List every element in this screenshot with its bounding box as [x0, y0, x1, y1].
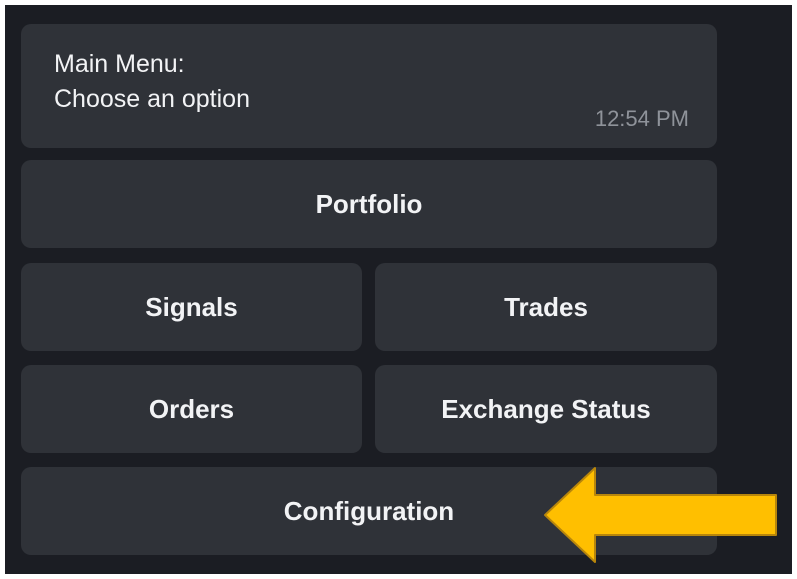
message-timestamp: 12:54 PM [594, 106, 689, 131]
message-body: Choose an option [54, 85, 250, 113]
bot-message: Main Menu: Choose an option 12:54 PM [21, 24, 717, 148]
orders-button[interactable]: Orders [21, 365, 362, 453]
trades-button[interactable]: Trades [375, 263, 717, 351]
exchange-status-button[interactable]: Exchange Status [375, 365, 717, 453]
message-title: Main Menu: [54, 50, 185, 78]
signals-button[interactable]: Signals [21, 263, 362, 351]
portfolio-button[interactable]: Portfolio [21, 160, 717, 248]
left-arrow-icon [544, 467, 777, 563]
